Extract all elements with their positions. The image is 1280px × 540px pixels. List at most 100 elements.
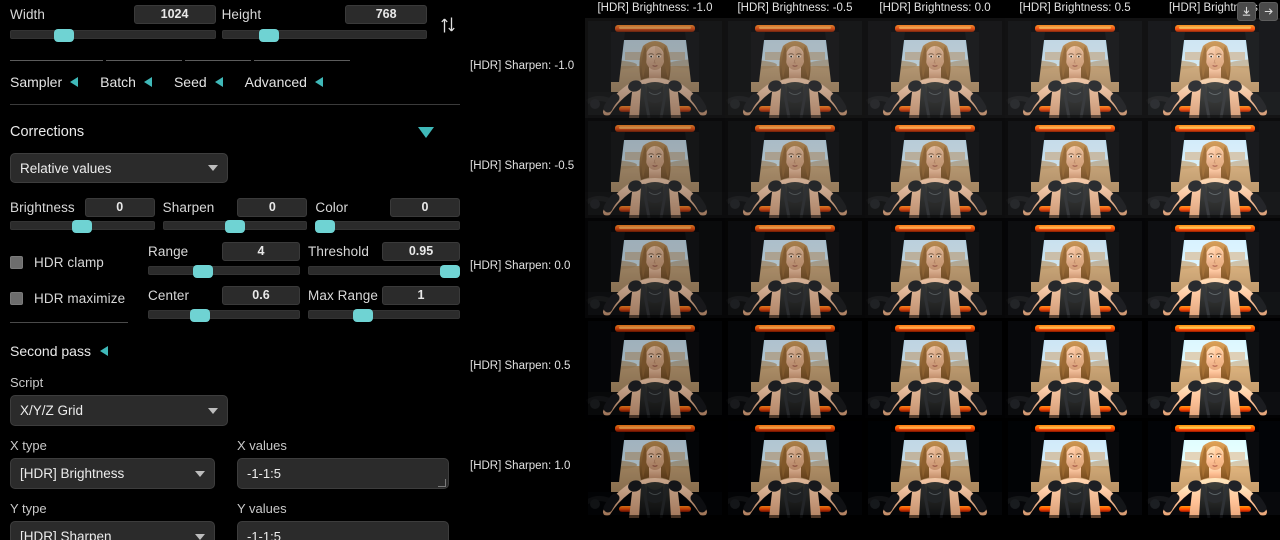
grid-action-buttons [1237, 2, 1278, 21]
tab-seed-label: Seed [174, 74, 207, 90]
tab-advanced-label: Advanced [245, 74, 307, 90]
brightness-control: Brightness 0 [10, 197, 155, 230]
hdr-maximize-checkbox[interactable] [10, 292, 23, 305]
script-dropdown[interactable]: X/Y/Z Grid [10, 395, 228, 426]
y-values-input[interactable]: -1-1:5 [237, 521, 449, 540]
separator-seed [185, 60, 251, 61]
grid-cell-image[interactable] [1145, 118, 1280, 218]
second-pass-section-header[interactable]: Second pass [10, 338, 460, 364]
hdr-clamp-checkbox-row[interactable]: HDR clamp [10, 244, 140, 280]
width-slider-thumb[interactable] [54, 29, 74, 42]
x-type-label: X type [10, 438, 215, 453]
corrections-mode-dropdown[interactable]: Relative values [10, 153, 228, 183]
grid-cell-image[interactable] [725, 118, 865, 218]
brightness-slider-thumb[interactable] [72, 220, 92, 233]
tab-advanced[interactable]: Advanced [245, 74, 323, 90]
chevron-down-icon [208, 165, 218, 171]
tab-sampler-label: Sampler [10, 74, 62, 90]
caret-left-icon [100, 346, 108, 356]
width-value-input[interactable]: 1024 [134, 5, 216, 24]
grid-cell-image[interactable] [725, 18, 865, 118]
x-values-label: X values [237, 438, 449, 453]
grid-cell-image[interactable] [1145, 418, 1280, 518]
corrections-section-header[interactable]: Corrections [10, 117, 460, 147]
hdr-clamp-checkbox[interactable] [10, 256, 23, 269]
y-values-group: Y values -1-1:5 [237, 501, 449, 540]
grid-cell-image[interactable] [865, 18, 1005, 118]
x-type-group: X type [HDR] Brightness [10, 438, 215, 489]
sharpen-value-input[interactable]: 0 [237, 198, 307, 217]
settings-panel: Width 1024 Height 768 [0, 0, 470, 540]
grid-cell-image[interactable] [1005, 218, 1145, 318]
script-dropdown-value: X/Y/Z Grid [20, 403, 83, 418]
swap-vertical-icon [440, 16, 456, 34]
brightness-slider[interactable] [10, 221, 155, 230]
x-values-input[interactable]: -1-1:5 [237, 458, 449, 489]
range-slider-thumb[interactable] [193, 265, 213, 278]
height-value-input[interactable]: 768 [345, 5, 427, 24]
grid-cell-image[interactable] [585, 418, 725, 518]
tab-batch[interactable]: Batch [100, 74, 152, 90]
max-range-slider-thumb[interactable] [353, 309, 373, 322]
grid-cell-image[interactable] [865, 218, 1005, 318]
grid-cell-image[interactable] [1005, 18, 1145, 118]
width-slider[interactable] [10, 30, 216, 39]
caret-down-icon[interactable] [418, 127, 434, 138]
grid-cell-image[interactable] [585, 18, 725, 118]
grid-cell-image[interactable] [1145, 18, 1280, 118]
hdr-maximize-checkbox-row[interactable]: HDR maximize [10, 280, 140, 316]
threshold-slider[interactable] [308, 266, 460, 275]
hdr-parameters: Range 4 Threshold 0.95 [148, 240, 460, 328]
tab-sampler[interactable]: Sampler [10, 74, 78, 90]
grid-cell-image[interactable] [1145, 218, 1280, 318]
tab-batch-label: Batch [100, 74, 136, 90]
color-value-input[interactable]: 0 [390, 198, 460, 217]
range-slider[interactable] [148, 266, 300, 275]
grid-row-header: [HDR] Sharpen: -1.0 [470, 60, 576, 72]
brightness-value-input[interactable]: 0 [85, 198, 155, 217]
tab-seed[interactable]: Seed [174, 74, 223, 90]
chevron-down-icon [195, 471, 205, 477]
grid-cell-image[interactable] [725, 418, 865, 518]
grid-cell-image[interactable] [865, 318, 1005, 418]
grid-cell-image[interactable] [585, 318, 725, 418]
grid-cell-image[interactable] [585, 218, 725, 318]
color-slider[interactable] [315, 221, 460, 230]
share-icon[interactable] [1259, 2, 1278, 21]
sharpen-slider[interactable] [163, 221, 308, 230]
separator-advanced [254, 60, 350, 61]
y-type-label: Y type [10, 501, 215, 516]
center-slider-thumb[interactable] [190, 309, 210, 322]
grid-cell-image[interactable] [1005, 318, 1145, 418]
chevron-down-icon [208, 408, 218, 414]
download-glyph [1241, 6, 1252, 17]
center-value-input[interactable]: 0.6 [222, 286, 300, 305]
threshold-slider-thumb[interactable] [440, 265, 460, 278]
height-slider[interactable] [222, 30, 428, 39]
grid-cell-image[interactable] [585, 118, 725, 218]
download-icon[interactable] [1237, 2, 1256, 21]
grid-cell-image[interactable] [865, 418, 1005, 518]
grid-cell-image[interactable] [725, 318, 865, 418]
grid-column-header: [HDR] Brightness: -1.0 [585, 2, 725, 14]
xyz-grid-output[interactable]: [HDR] Brightness: -1.0[HDR] Brightness: … [470, 0, 1280, 540]
center-slider[interactable] [148, 310, 300, 319]
resize-grip-icon[interactable] [438, 479, 446, 487]
grid-cell-image[interactable] [1005, 118, 1145, 218]
x-type-dropdown[interactable]: [HDR] Brightness [10, 458, 215, 489]
y-type-group: Y type [HDR] Sharpen [10, 501, 215, 540]
grid-cell-image[interactable] [1005, 418, 1145, 518]
color-slider-thumb[interactable] [315, 220, 335, 233]
max-range-value-input[interactable]: 1 [382, 286, 460, 305]
range-value-input[interactable]: 4 [222, 242, 300, 261]
threshold-value-input[interactable]: 0.95 [382, 242, 460, 261]
height-slider-thumb[interactable] [259, 29, 279, 42]
swap-dimensions-button[interactable] [435, 3, 460, 47]
grid-cell-image[interactable] [865, 118, 1005, 218]
grid-cell-image[interactable] [1145, 318, 1280, 418]
y-type-dropdown[interactable]: [HDR] Sharpen [10, 521, 215, 540]
grid-cell-image[interactable] [725, 218, 865, 318]
sharpen-slider-thumb[interactable] [225, 220, 245, 233]
max-range-slider[interactable] [308, 310, 460, 319]
threshold-label: Threshold [308, 244, 369, 259]
